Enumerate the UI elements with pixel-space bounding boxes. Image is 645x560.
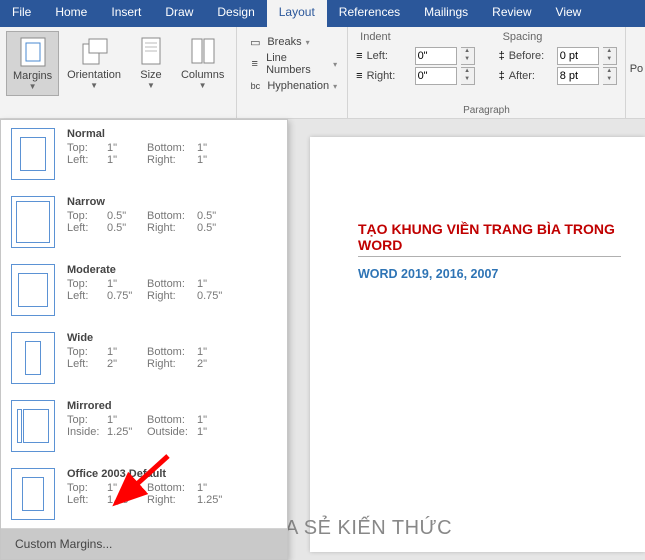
doc-subtitle: WORD 2019, 2016, 2007 xyxy=(358,267,621,281)
spacing-before-row: ‡ Before: ▲▼ xyxy=(499,46,617,66)
breaks-icon: ▭ xyxy=(247,34,263,50)
preset-thumb xyxy=(11,400,55,452)
position-button-partial[interactable]: Po xyxy=(630,33,643,75)
spacing-after-row: ‡ After: ▲▼ xyxy=(499,66,617,86)
chevron-down-icon: ▼ xyxy=(90,81,98,90)
preset-name: Office 2003 Default xyxy=(67,468,277,480)
tab-insert[interactable]: Insert xyxy=(99,0,153,27)
preset-thumb xyxy=(11,468,55,520)
spacing-after-input[interactable] xyxy=(557,67,599,85)
preset-name: Wide xyxy=(67,332,277,344)
chevron-down-icon: ▼ xyxy=(29,82,37,91)
preset-thumb xyxy=(11,196,55,248)
document-page: TẠO KHUNG VIỀN TRANG BÌA TRONG WORD WORD… xyxy=(310,137,645,552)
chevron-down-icon: ▼ xyxy=(147,81,155,90)
indent-right-row: ≡ Right: ▲▼ xyxy=(356,66,474,86)
tab-review[interactable]: Review xyxy=(480,0,543,27)
preset-name: Mirrored xyxy=(67,400,277,412)
spacing-after-icon: ‡ xyxy=(499,70,505,82)
margin-preset-wide[interactable]: WideTop:1"Bottom:1"Left:2"Right:2" xyxy=(1,324,287,392)
columns-icon xyxy=(187,35,219,67)
line-numbers-button[interactable]: ≡Line Numbers▾ xyxy=(243,51,341,77)
ribbon: Margins ▼ Orientation ▼ Size ▼ Columns ▼… xyxy=(0,27,645,119)
spinner[interactable]: ▲▼ xyxy=(461,47,475,65)
orientation-button[interactable]: Orientation ▼ xyxy=(61,31,127,96)
paragraph-group-label: Paragraph xyxy=(348,105,625,116)
preset-name: Narrow xyxy=(67,196,277,208)
preset-thumb xyxy=(11,332,55,384)
spinner[interactable]: ▲▼ xyxy=(461,67,475,85)
tab-design[interactable]: Design xyxy=(205,0,266,27)
margins-icon xyxy=(17,36,49,68)
tab-layout[interactable]: Layout xyxy=(267,0,327,27)
ribbon-tabs: FileHomeInsertDrawDesignLayoutReferences… xyxy=(0,0,645,27)
tab-view[interactable]: View xyxy=(544,0,594,27)
margin-preset-office[interactable]: Office 2003 DefaultTop:1"Bottom:1"Left:1… xyxy=(1,460,287,528)
columns-button[interactable]: Columns ▼ xyxy=(175,31,230,96)
hyphenation-button[interactable]: bcHyphenation▾ xyxy=(243,77,341,95)
spinner[interactable]: ▲▼ xyxy=(603,47,617,65)
margin-preset-moderate[interactable]: ModerateTop:1"Bottom:1"Left:0.75"Right:0… xyxy=(1,256,287,324)
preset-name: Normal xyxy=(67,128,277,140)
indent-right-input[interactable] xyxy=(415,67,457,85)
tab-references[interactable]: References xyxy=(327,0,412,27)
preset-thumb xyxy=(11,264,55,316)
spacing-before-input[interactable] xyxy=(557,47,599,65)
orientation-icon xyxy=(78,35,110,67)
page-area: TẠO KHUNG VIỀN TRANG BÌA TRONG WORD WORD… xyxy=(288,119,645,552)
indent-left-input[interactable] xyxy=(415,47,457,65)
custom-margins-item[interactable]: Custom Margins... xyxy=(1,528,287,559)
tab-file[interactable]: File xyxy=(0,0,43,27)
tab-draw[interactable]: Draw xyxy=(153,0,205,27)
margin-preset-mirrored[interactable]: MirroredTop:1"Bottom:1"Inside:1.25"Outsi… xyxy=(1,392,287,460)
spacing-before-icon: ‡ xyxy=(499,50,505,62)
margin-preset-narrow[interactable]: NarrowTop:0.5"Bottom:0.5"Left:0.5"Right:… xyxy=(1,188,287,256)
indent-right-icon: ≡ xyxy=(356,70,362,82)
line-numbers-icon: ≡ xyxy=(247,56,262,72)
spinner[interactable]: ▲▼ xyxy=(603,67,617,85)
margins-button[interactable]: Margins ▼ xyxy=(6,31,59,96)
breaks-button[interactable]: ▭Breaks▾ xyxy=(243,33,341,51)
indent-left-row: ≡ Left: ▲▼ xyxy=(356,46,474,66)
tab-home[interactable]: Home xyxy=(43,0,99,27)
size-button[interactable]: Size ▼ xyxy=(129,31,173,96)
margins-dropdown: NormalTop:1"Bottom:1"Left:1"Right:1"Narr… xyxy=(0,119,288,560)
hyphenation-icon: bc xyxy=(247,78,263,94)
doc-title: TẠO KHUNG VIỀN TRANG BÌA TRONG WORD xyxy=(358,221,621,257)
preset-name: Moderate xyxy=(67,264,277,276)
indent-left-icon: ≡ xyxy=(356,50,362,62)
preset-thumb xyxy=(11,128,55,180)
chevron-down-icon: ▼ xyxy=(199,81,207,90)
margin-preset-normal[interactable]: NormalTop:1"Bottom:1"Left:1"Right:1" xyxy=(1,120,287,188)
spacing-header: Spacing xyxy=(499,31,617,46)
tab-mailings[interactable]: Mailings xyxy=(412,0,480,27)
indent-header: Indent xyxy=(356,31,474,46)
size-icon xyxy=(135,35,167,67)
